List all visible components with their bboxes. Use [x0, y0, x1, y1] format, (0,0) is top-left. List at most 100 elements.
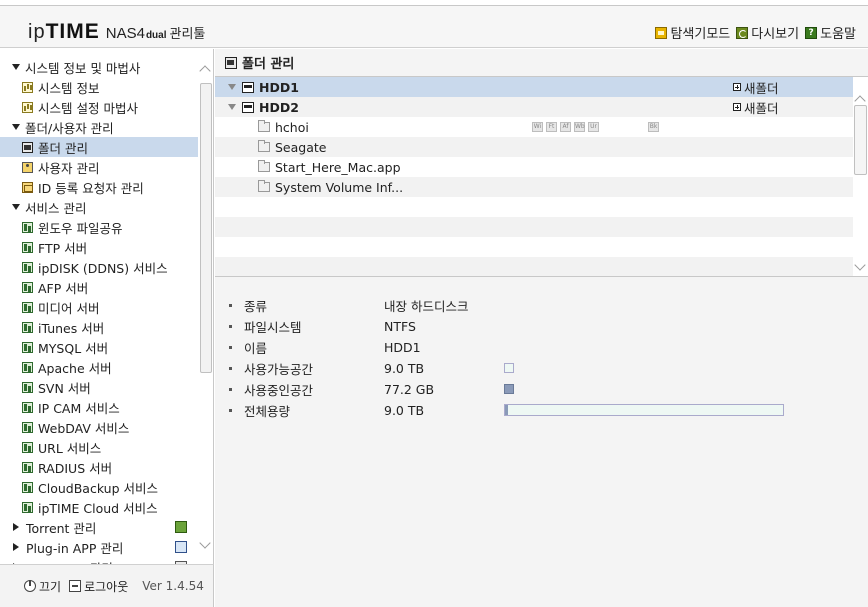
- top-actions: 탐색기모드 다시보기 ? 도움말: [655, 23, 856, 42]
- sidebar-item[interactable]: SVN 서버: [0, 377, 198, 397]
- service-icon: [22, 341, 33, 353]
- caret-right-icon[interactable]: [13, 543, 19, 551]
- disk-icon: [242, 81, 254, 93]
- sidebar-item-label: 폴더/사용자 관리: [25, 120, 114, 136]
- disk-name: HDD1: [259, 79, 299, 95]
- torrent-icon[interactable]: [175, 521, 187, 533]
- main-panel: 폴더 관리 HDD1 새폴더 HDD2 새폴더 hchoi Wi Ft Af Wb Ur Bk Sea…: [215, 49, 868, 607]
- service-flag-icon: Af: [560, 122, 571, 132]
- new-folder-label: 새폴더: [744, 80, 779, 96]
- logout-button[interactable]: 로그아웃: [69, 578, 128, 595]
- capacity-used-fill: [505, 405, 508, 415]
- sidebar-group[interactable]: NAS Sync 관리: [0, 557, 198, 564]
- sidebar-item[interactable]: 시스템 설정 마법사: [0, 97, 198, 117]
- detail-value: 내장 하드디스크: [384, 298, 469, 314]
- user-icon: [22, 161, 33, 173]
- sidebar-item-label: ID 등록 요청자 관리: [38, 180, 144, 196]
- bullet-icon: [229, 408, 232, 412]
- sidebar-item[interactable]: Apache 서버: [0, 357, 198, 377]
- sidebar-item-label: 시스템 정보: [38, 80, 100, 96]
- disk-row[interactable]: HDD1 새폴더: [215, 77, 853, 97]
- folder-row[interactable]: System Volume Inf...: [215, 177, 853, 197]
- service-icon: [22, 441, 33, 453]
- folder-row[interactable]: Seagate: [215, 137, 853, 157]
- bullet-icon: [229, 366, 232, 370]
- folder-row[interactable]: Start_Here_Mac.app: [215, 157, 853, 177]
- scroll-up-icon[interactable]: [199, 65, 211, 77]
- detail-row: 이름 HDD1: [229, 337, 504, 357]
- sidebar-group[interactable]: Plug-in APP 관리: [0, 537, 198, 557]
- sidebar-scrollbar[interactable]: [198, 59, 213, 559]
- caret-down-icon[interactable]: [12, 124, 20, 130]
- service-icon: [22, 461, 33, 473]
- sidebar-item[interactable]: RADIUS 서버: [0, 457, 198, 477]
- new-folder-button[interactable]: 새폴더: [733, 78, 779, 97]
- sidebar-group[interactable]: 서비스 관리: [0, 197, 198, 217]
- caret-down-icon[interactable]: [12, 64, 20, 70]
- bullet-icon: [229, 345, 232, 349]
- sidebar-item[interactable]: IP CAM 서비스: [0, 397, 198, 417]
- sidebar-item-label: IP CAM 서비스: [38, 400, 120, 416]
- sidebar-item-label: Torrent 관리: [26, 520, 97, 536]
- sidebar-item[interactable]: ipTIME Cloud 서비스: [0, 497, 198, 517]
- folder-row[interactable]: hchoi Wi Ft Af Wb Ur Bk: [215, 117, 853, 137]
- caret-right-icon[interactable]: [13, 523, 19, 531]
- folder-icon: [258, 180, 270, 192]
- empty-row: [215, 197, 853, 217]
- service-icon: [22, 261, 33, 273]
- power-off-button[interactable]: 끄기: [24, 578, 61, 595]
- sidebar-item[interactable]: ID 등록 요청자 관리: [0, 177, 198, 197]
- sidebar-item[interactable]: WebDAV 서비스: [0, 417, 198, 437]
- sidebar-item[interactable]: 폴더 관리: [0, 137, 198, 157]
- sidebar-item[interactable]: ipDISK (DDNS) 서비스: [0, 257, 198, 277]
- sidebar-group[interactable]: 시스템 정보 및 마법사: [0, 57, 198, 77]
- new-folder-button[interactable]: 새폴더: [733, 98, 779, 117]
- help-label: 도움말: [820, 27, 856, 42]
- service-flag-icon: Ft: [546, 122, 557, 132]
- service-icon: [22, 501, 33, 513]
- sidebar-item[interactable]: URL 서비스: [0, 437, 198, 457]
- sidebar-item[interactable]: MYSQL 서버: [0, 337, 198, 357]
- scroll-down-icon[interactable]: [199, 537, 211, 549]
- sidebar-item-label: 사용자 관리: [38, 160, 100, 176]
- refresh-button[interactable]: 다시보기: [736, 23, 799, 42]
- logo-dual: dual: [145, 30, 167, 41]
- explorer-mode-button[interactable]: 탐색기모드: [655, 23, 730, 42]
- bullet-icon: [229, 387, 232, 391]
- id-icon: [22, 181, 33, 193]
- explorer-mode-label: 탐색기모드: [670, 27, 731, 42]
- sidebar-item[interactable]: 시스템 정보: [0, 77, 198, 97]
- sidebar-item[interactable]: AFP 서버: [0, 277, 198, 297]
- sidebar-item[interactable]: 미디어 서버: [0, 297, 198, 317]
- plugin-icon[interactable]: [175, 541, 187, 553]
- tree-scrollbar[interactable]: [853, 89, 868, 276]
- disk-row[interactable]: HDD2 새폴더: [215, 97, 853, 117]
- service-icon: [22, 301, 33, 313]
- expand-arrow-icon[interactable]: [228, 104, 236, 110]
- sidebar-item-label: MYSQL 서버: [38, 340, 109, 356]
- detail-label: 사용중인공간: [244, 382, 314, 398]
- sidebar-group[interactable]: Torrent 관리: [0, 517, 198, 537]
- power-icon: [24, 580, 36, 592]
- logo-time: TIME: [45, 20, 100, 43]
- help-button[interactable]: ? 도움말: [805, 23, 856, 42]
- sidebar-item[interactable]: FTP 서버: [0, 237, 198, 257]
- sidebar-item-label: CloudBackup 서비스: [38, 480, 158, 496]
- detail-value: 9.0 TB: [384, 360, 425, 376]
- sidebar-item-label: SVN 서버: [38, 380, 91, 396]
- caret-down-icon[interactable]: [12, 204, 20, 210]
- sidebar-item[interactable]: iTunes 서버: [0, 317, 198, 337]
- new-folder-label: 새폴더: [744, 100, 779, 116]
- sidebar-item[interactable]: 사용자 관리: [0, 157, 198, 177]
- sidebar-group[interactable]: 폴더/사용자 관리: [0, 117, 198, 137]
- free-space-swatch: [504, 363, 514, 373]
- sidebar-item-label: 미디어 서버: [38, 300, 100, 316]
- sidebar-item-label: Plug-in APP 관리: [26, 540, 124, 556]
- sidebar-scroll-thumb[interactable]: [200, 83, 212, 373]
- refresh-label: 다시보기: [751, 27, 800, 42]
- sidebar-item[interactable]: 윈도우 파일공유: [0, 217, 198, 237]
- tree-scroll-down-icon[interactable]: [854, 259, 866, 271]
- tree-scroll-thumb[interactable]: [854, 105, 867, 175]
- sidebar-item[interactable]: CloudBackup 서비스: [0, 477, 198, 497]
- expand-arrow-icon[interactable]: [228, 84, 236, 90]
